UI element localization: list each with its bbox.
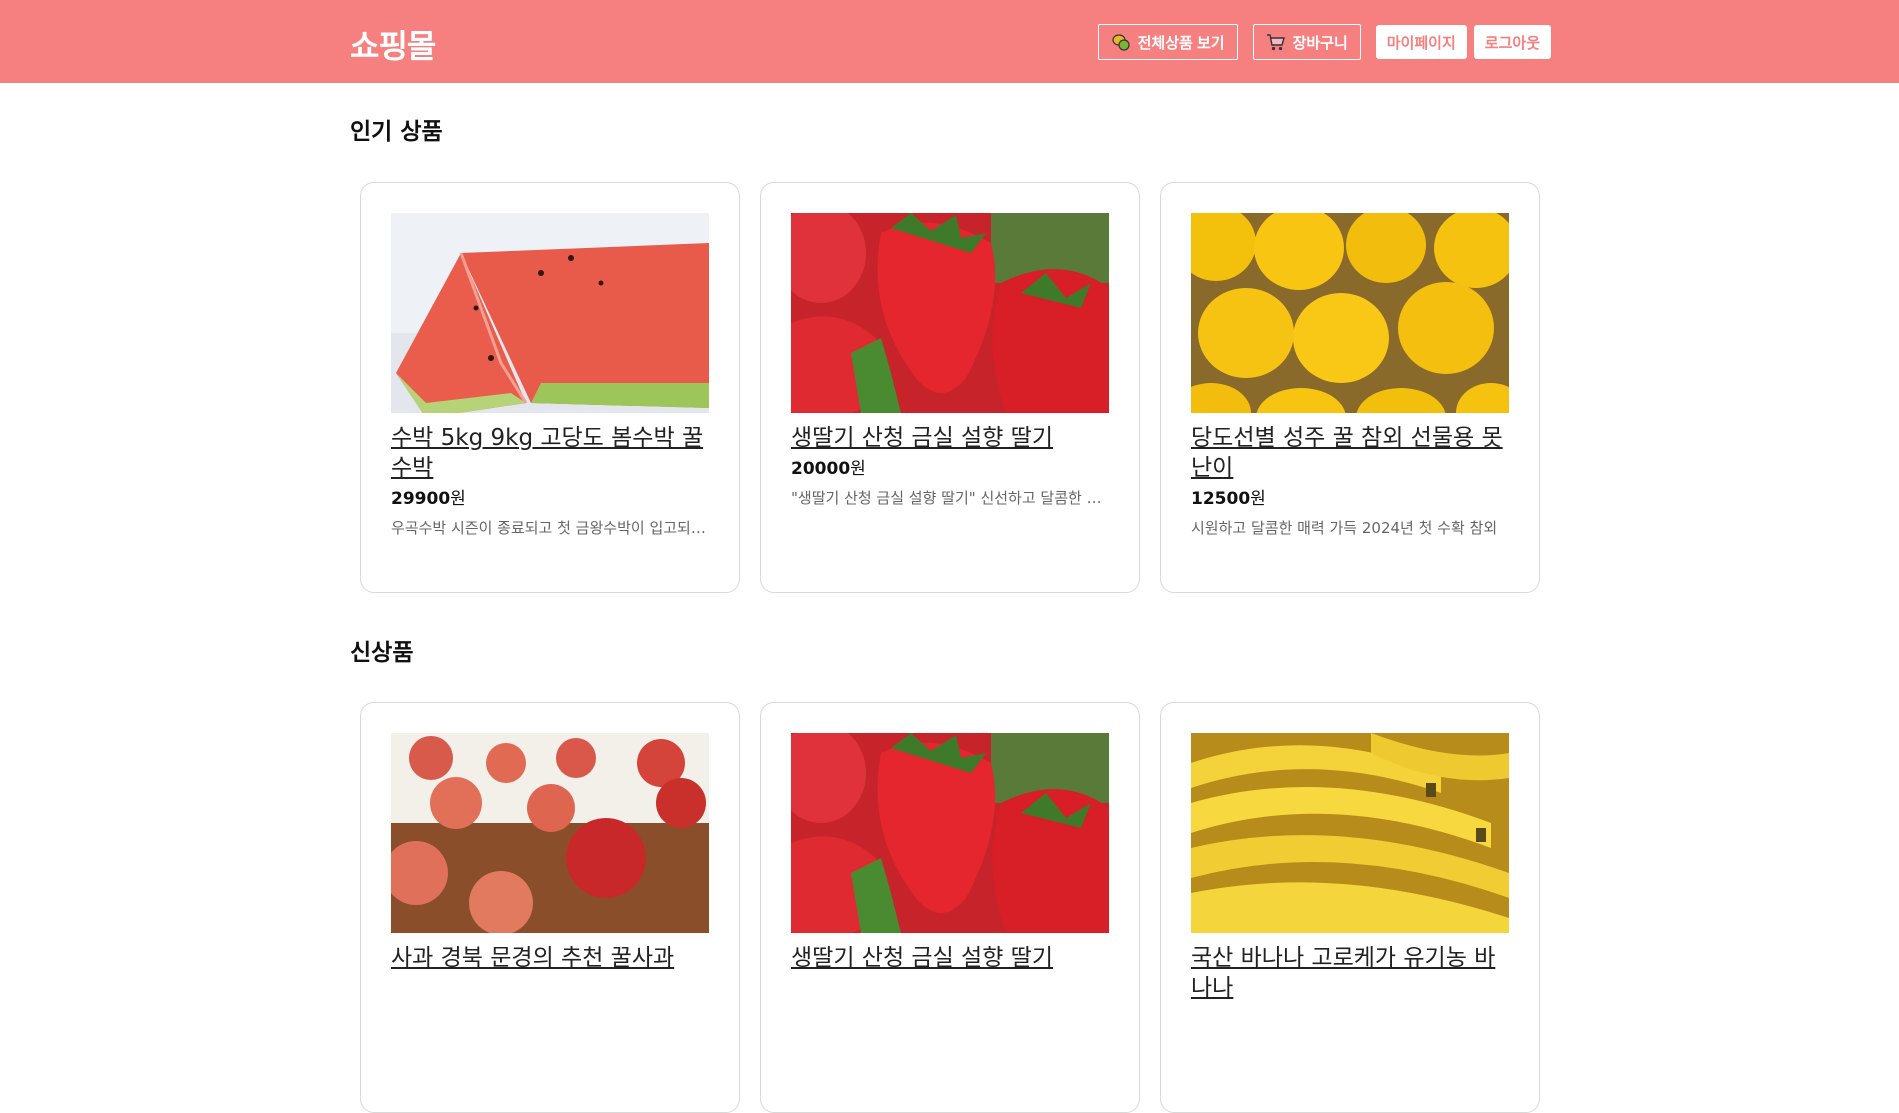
product-description: 시원하고 달콤한 매력 가득 2024년 첫 수확 참외	[1191, 519, 1498, 537]
price-currency: 원	[450, 489, 466, 509]
fruit-icon	[1111, 32, 1131, 52]
product-description: "생딸기 산청 금실 설향 딸기" 신선하고 달콤한 딸기	[791, 489, 1109, 507]
new-section-title: 신상품	[350, 640, 414, 666]
price-currency: 원	[850, 459, 866, 479]
product-description: 우곡수박 시즌이 종료되고 첫 금왕수박이 입고되었습니다	[391, 519, 709, 537]
cart-label: 장바구니	[1292, 34, 1348, 52]
product-name-link[interactable]: 국산 바나나 고로케가 유기농 바나나	[1191, 943, 1509, 1003]
header-nav: 전체상품 보기 장바구니 마이페이지 로그아웃	[1097, 24, 1551, 60]
mypage-button[interactable]: 마이페이지	[1375, 25, 1467, 59]
all-products-label: 전체상품 보기	[1137, 34, 1225, 52]
product-image-watermelon[interactable]	[391, 213, 709, 413]
price-currency: 원	[1250, 489, 1266, 509]
price-value: 12500	[1191, 489, 1251, 509]
product-image-korean-melon[interactable]	[1191, 213, 1509, 413]
product-name-link[interactable]: 생딸기 산청 금실 설향 딸기	[791, 423, 1109, 453]
popular-section-title: 인기 상품	[350, 119, 443, 145]
product-image-apple[interactable]	[391, 733, 709, 933]
product-card[interactable]: 사과 경북 문경의 추천 꿀사과	[360, 702, 740, 1113]
top-header: 쇼핑몰 전체상품 보기 장바구니 마이페이지 로그아웃	[0, 0, 1899, 83]
product-card[interactable]: 당도선별 성주 꿀 참외 선물용 못난이 12500원 시원하고 달콤한 매력 …	[1160, 182, 1540, 593]
new-product-row: 사과 경북 문경의 추천 꿀사과 생딸기 산청 금실 설향 딸기 국산 바나나 …	[360, 702, 1540, 1113]
product-card[interactable]: 국산 바나나 고로케가 유기농 바나나	[1160, 702, 1540, 1113]
product-name-link[interactable]: 당도선별 성주 꿀 참외 선물용 못난이	[1191, 423, 1509, 483]
product-name-link[interactable]: 생딸기 산청 금실 설향 딸기	[791, 943, 1109, 973]
site-logo[interactable]: 쇼핑몰	[350, 21, 436, 67]
product-card[interactable]: 생딸기 산청 금실 설향 딸기 20000원 "생딸기 산청 금실 설향 딸기"…	[760, 182, 1140, 593]
product-image-banana[interactable]	[1191, 733, 1509, 933]
cart-button[interactable]: 장바구니	[1252, 24, 1361, 60]
price-value: 29900	[391, 489, 451, 509]
product-price: 20000원	[791, 457, 1109, 481]
logout-button[interactable]: 로그아웃	[1473, 25, 1551, 59]
product-card[interactable]: 수박 5kg 9kg 고당도 봄수박 꿀수박 29900원 우곡수박 시즌이 종…	[360, 182, 740, 593]
product-name-link[interactable]: 수박 5kg 9kg 고당도 봄수박 꿀수박	[391, 423, 709, 483]
product-price: 12500원	[1191, 487, 1509, 511]
cart-icon	[1266, 32, 1286, 52]
product-price: 29900원	[391, 487, 709, 511]
product-image-strawberry[interactable]	[791, 733, 1109, 933]
popular-product-row: 수박 5kg 9kg 고당도 봄수박 꿀수박 29900원 우곡수박 시즌이 종…	[360, 182, 1540, 593]
all-products-button[interactable]: 전체상품 보기	[1097, 24, 1238, 60]
product-card[interactable]: 생딸기 산청 금실 설향 딸기	[760, 702, 1140, 1113]
product-image-strawberry[interactable]	[791, 213, 1109, 413]
price-value: 20000	[791, 459, 851, 479]
product-name-link[interactable]: 사과 경북 문경의 추천 꿀사과	[391, 943, 709, 973]
